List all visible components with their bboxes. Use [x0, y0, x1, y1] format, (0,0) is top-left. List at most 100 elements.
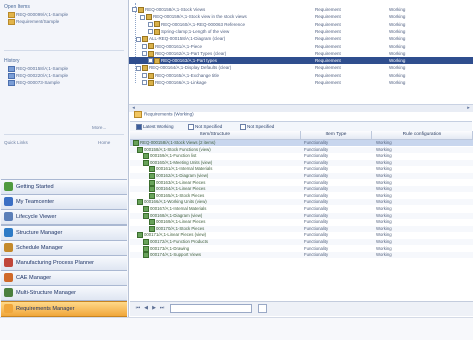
tree-row[interactable]: REQ-000160/A;1-REQ-000063 Reference Requi…	[129, 21, 473, 28]
tree-node[interactable]: REQ-000164/A;1-Display Defaults (clear)	[136, 64, 282, 72]
grid-node[interactable]: 000162/A;1-Diagram (view)	[149, 173, 298, 179]
app-button[interactable]: Schedule Manager	[1, 239, 127, 256]
filter-option[interactable]: Not Specified	[184, 123, 222, 130]
grid-node[interactable]: 000173/A;1-Drawing	[143, 245, 298, 252]
grid-node[interactable]: 000165/A;1-Stock Pieces	[149, 192, 298, 199]
table-row[interactable]: 000164/A;1-Linear Pieces Functionality Wor…	[130, 186, 473, 193]
tree-node[interactable]: REQ-000166/A;1-Linkage	[142, 79, 282, 86]
open-item[interactable]: REQ-000099/A;1-Sample	[8, 12, 124, 18]
table-row[interactable]: 000170/A;1-Stock Pieces Functionality Work…	[130, 225, 473, 232]
tree-node[interactable]: ALL-REQ-000158/A;1-Diagram (clear)	[136, 35, 282, 42]
tree-row[interactable]: REQ-000161/A;1-Piece Requirement Working	[129, 43, 473, 50]
app-button[interactable]: CAE Manager	[1, 270, 127, 287]
expand-icon[interactable]	[142, 51, 147, 57]
tree-node[interactable]: REQ-000162/A;1-Part Types (clear)	[142, 50, 282, 57]
filter-checkbox[interactable]	[188, 123, 194, 130]
table-row[interactable]: 000162/A;1-Diagram (view) Functionality Wo…	[130, 173, 473, 179]
tree-node[interactable]: REQ-000160/A;1-REQ-000063 Reference	[148, 21, 282, 28]
tree-node[interactable]: REQ-000161/A;1-Piece	[142, 43, 282, 50]
app-button[interactable]: Manufacturing Process Planner	[1, 255, 127, 271]
history-item[interactable]: REQ-000158/A;1-Sample	[8, 66, 124, 72]
tree-row[interactable]: REQ-000162/A;1-Part Types (clear) Require…	[129, 50, 473, 57]
tree-row[interactable]: REQ-000164/A;1-Display Defaults (clear) R…	[129, 64, 473, 72]
scroll-right-icon[interactable]: ▸	[466, 106, 471, 111]
grid-node[interactable]: 000169/A;1-Linear Pieces	[149, 219, 298, 226]
quick-links-label[interactable]: Quick Links	[4, 140, 28, 145]
page-input[interactable]	[170, 304, 252, 313]
app-button[interactable]: Lifecycle Viewer	[1, 209, 127, 226]
tree-row[interactable]: REQ-000165/A;1-Exchange title Requirement…	[129, 72, 473, 79]
grid-node[interactable]: 000172/A;1-Function Products	[143, 239, 298, 245]
grid-node[interactable]: 000166/A;1-Working Units (view)	[137, 199, 298, 206]
table-row[interactable]: 000160/A;1-Meeting Units (view) Functiona…	[130, 159, 473, 166]
history-item[interactable]: REQ-000073-Sample	[8, 80, 124, 86]
app-button[interactable]: Requirements Manager	[1, 300, 127, 317]
tree-row[interactable]: ALL-REQ-000158/A;1-Diagram (clear) Requir…	[129, 35, 473, 42]
filter-checkbox[interactable]	[240, 123, 246, 130]
table-row[interactable]: 000173/A;1-Drawing Functionality Working	[130, 245, 473, 252]
grid-node[interactable]: 000159/A;1-Function list	[143, 153, 298, 160]
next-page-icon[interactable]: ▶	[151, 305, 157, 311]
app-button[interactable]: Multi-Structure Manager	[1, 285, 127, 302]
tree-row[interactable]: Spring-clamp;1-Length of the view Require…	[129, 28, 473, 35]
column-header-item[interactable]: Item/Structure	[130, 131, 301, 140]
table-row[interactable]: 000161/A;1-Internal Materials Functionali…	[130, 166, 473, 173]
grid-node[interactable]: 000174/A;1-Support Views	[143, 252, 298, 259]
expand-icon[interactable]	[132, 7, 137, 13]
tree-node[interactable]: Spring-clamp;1-Length of the view	[148, 28, 282, 35]
tree-row[interactable]: REQ-000158/A;1-Stock Views Requirement Wor…	[129, 6, 473, 13]
grid-node[interactable]: 000161/A;1-Internal Materials	[149, 166, 298, 173]
last-page-icon[interactable]: ⏭	[159, 305, 165, 311]
history-header[interactable]: History	[4, 58, 20, 64]
app-button[interactable]: Getting Started	[1, 179, 127, 195]
grid-node[interactable]: 000168/A;1-Diagram (view)	[143, 212, 298, 219]
grid-node[interactable]: 000160/A;1-Meeting Units (view)	[143, 159, 298, 166]
filter-option[interactable]: Latest Working	[132, 123, 174, 130]
table-row[interactable]: 000165/A;1-Stock Pieces Functionality Work…	[130, 192, 473, 199]
table-row[interactable]: 000172/A;1-Function Products Functionalit…	[130, 239, 473, 245]
table-row[interactable]: 000171/A;1-Linear Pieces (view) Functiona…	[130, 232, 473, 239]
column-header-type[interactable]: Item Type	[301, 131, 372, 140]
app-button[interactable]: My Teamcenter	[1, 194, 127, 211]
tree-row[interactable]: REQ-000159/A;1-Stock view in the stock v…	[129, 13, 473, 21]
table-row[interactable]: 000167/A;1-Internal Materials Functionali…	[130, 206, 473, 212]
expand-icon[interactable]	[142, 80, 147, 86]
grid-node[interactable]: REQ-000158/A;1-Stock Views (2 items)	[133, 140, 298, 146]
first-page-icon[interactable]: ⏮	[135, 305, 141, 311]
grid-node[interactable]: 000163/A;1-Linear Pieces	[149, 179, 298, 186]
tree-row[interactable]: REQ-000163/A;1-Part types Requirement Work…	[129, 57, 473, 65]
table-row[interactable]: REQ-000158/A;1-Stock Views (2 items) Func…	[130, 140, 473, 146]
tree-node[interactable]: REQ-000163/A;1-Part types	[148, 57, 282, 64]
open-items-header[interactable]: Open Items	[4, 4, 30, 10]
expand-icon[interactable]	[148, 29, 153, 35]
table-row[interactable]: 000159/A;1-Function list Functionality Wor…	[130, 153, 473, 160]
table-row[interactable]: 000168/A;1-Diagram (view) Functionality Wo…	[130, 212, 473, 219]
prev-page-icon[interactable]: ◀	[143, 305, 149, 311]
more-link[interactable]: More...	[92, 125, 106, 130]
open-item[interactable]: Requirement/Sample	[8, 19, 124, 25]
column-header-rule[interactable]: Rule configuration	[372, 131, 473, 140]
tree-node[interactable]: REQ-000158/A;1-Stock Views	[132, 6, 282, 13]
expand-icon[interactable]	[136, 36, 141, 42]
tree-row[interactable]: REQ-000166/A;1-Linkage Requirement Working	[129, 79, 473, 86]
filter-option[interactable]: Not Specified	[236, 123, 274, 130]
tree-node[interactable]: REQ-000165/A;1-Exchange title	[142, 72, 282, 79]
expand-icon[interactable]	[136, 65, 141, 71]
grid-node[interactable]: 000167/A;1-Internal Materials	[143, 206, 298, 212]
table-row[interactable]: 000169/A;1-Linear Pieces Functionality Wor…	[130, 219, 473, 226]
expand-icon[interactable]	[148, 21, 153, 27]
grid-node[interactable]: 000170/A;1-Stock Pieces	[149, 225, 298, 232]
table-row[interactable]: 000166/A;1-Working Units (view) Functiona…	[130, 199, 473, 206]
expand-icon[interactable]	[142, 43, 147, 49]
grid-node[interactable]: 000158/A;1-Stock Functions (view)	[137, 146, 298, 153]
history-item[interactable]: REQ-000220/A;1-Sample	[8, 73, 124, 79]
grid-node[interactable]: 000164/A;1-Linear Pieces	[149, 186, 298, 193]
go-button[interactable]	[258, 304, 267, 313]
document-tab[interactable]: Requirements (Working)	[134, 111, 194, 118]
expand-icon[interactable]	[148, 58, 153, 64]
table-row[interactable]: 000174/A;1-Support Views Functionality Wor…	[130, 252, 473, 259]
table-row[interactable]: 000158/A;1-Stock Functions (view) Functio…	[130, 146, 473, 153]
grid-node[interactable]: 000171/A;1-Linear Pieces (view)	[137, 232, 298, 239]
expand-icon[interactable]	[140, 14, 145, 20]
quick-links-value[interactable]: Home	[98, 140, 110, 145]
